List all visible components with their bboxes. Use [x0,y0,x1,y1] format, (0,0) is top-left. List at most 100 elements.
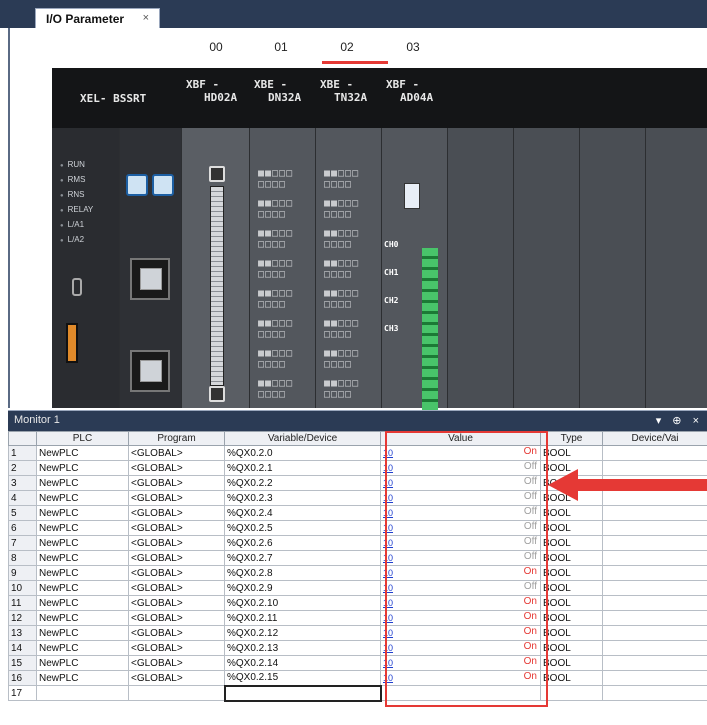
device-cell[interactable] [602,655,707,671]
type-cell[interactable]: BOOL [540,550,603,566]
table-row[interactable]: 15 NewPLC <GLOBAL> %QX0.2.14 10 On BOOL [8,655,707,671]
plc-cell[interactable]: NewPLC [36,610,129,626]
program-cell[interactable]: <GLOBAL> [128,625,225,641]
variable-cell[interactable]: %QX0.2.14 [224,655,381,671]
plc-cell[interactable]: NewPLC [36,520,129,536]
program-cell[interactable]: <GLOBAL> [128,505,225,521]
slot-number[interactable]: 01 [261,40,301,54]
value-cell[interactable]: 10 On [380,595,541,611]
row-number[interactable]: 7 [8,535,37,551]
empty-slot[interactable] [514,128,580,408]
value-cell[interactable]: 10 Off [380,475,541,491]
device-cell[interactable] [602,580,707,596]
device-cell[interactable] [602,445,707,461]
slot-number[interactable]: 02 [327,40,367,54]
row-number[interactable]: 1 [8,445,37,461]
program-cell[interactable]: <GLOBAL> [128,520,225,536]
variable-cell[interactable]: %QX0.2.3 [224,490,381,506]
plc-cell[interactable]: NewPLC [36,655,129,671]
table-row[interactable]: 2 NewPLC <GLOBAL> %QX0.2.1 10 Off BOOL [8,460,707,476]
table-row[interactable]: 4 NewPLC <GLOBAL> %QX0.2.3 10 Off BOOL [8,490,707,506]
variable-cell[interactable]: %QX0.2.9 [224,580,381,596]
empty-cell[interactable] [602,685,707,701]
program-cell[interactable]: <GLOBAL> [128,580,225,596]
program-cell[interactable]: <GLOBAL> [128,610,225,626]
type-cell[interactable]: BOOL [540,505,603,521]
variable-cell[interactable]: %QX0.2.5 [224,520,381,536]
type-cell[interactable]: BOOL [540,580,603,596]
slot-00-module[interactable] [182,128,250,408]
plc-cell[interactable]: NewPLC [36,580,129,596]
program-cell[interactable]: <GLOBAL> [128,595,225,611]
program-cell[interactable]: <GLOBAL> [128,445,225,461]
row-number[interactable]: 5 [8,505,37,521]
device-cell[interactable] [602,490,707,506]
table-row[interactable]: 16 NewPLC <GLOBAL> %QX0.2.15 10 On BOOL [8,670,707,686]
device-cell[interactable] [602,670,707,686]
type-cell[interactable]: BOOL [540,595,603,611]
device-cell[interactable] [602,595,707,611]
program-cell[interactable]: <GLOBAL> [128,640,225,656]
variable-cell[interactable]: %QX0.2.7 [224,550,381,566]
type-cell[interactable]: BOOL [540,520,603,536]
row-number[interactable]: 3 [8,475,37,491]
close-icon[interactable]: × [143,12,149,24]
slot-number[interactable]: 03 [393,40,433,54]
device-cell[interactable] [602,460,707,476]
program-cell[interactable]: <GLOBAL> [128,655,225,671]
variable-cell[interactable]: %QX0.2.12 [224,625,381,641]
row-number[interactable]: 14 [8,640,37,656]
program-cell[interactable]: <GLOBAL> [128,565,225,581]
plc-cell[interactable]: NewPLC [36,625,129,641]
value-cell[interactable]: 10 Off [380,535,541,551]
value-cell[interactable]: 10 On [380,655,541,671]
device-cell[interactable] [602,625,707,641]
table-row[interactable]: 1 NewPLC <GLOBAL> %QX0.2.0 10 On BOOL [8,445,707,461]
column-header-plc[interactable]: PLC [36,431,129,446]
table-row[interactable]: 9 NewPLC <GLOBAL> %QX0.2.8 10 On BOOL [8,565,707,581]
value-cell[interactable]: 10 On [380,610,541,626]
value-cell[interactable]: 10 Off [380,490,541,506]
row-number[interactable]: 9 [8,565,37,581]
value-cell[interactable]: 10 Off [380,580,541,596]
row-number[interactable]: 13 [8,625,37,641]
type-cell[interactable]: BOOL [540,535,603,551]
selected-cell[interactable] [223,684,382,702]
table-row[interactable]: 11 NewPLC <GLOBAL> %QX0.2.10 10 On BOOL [8,595,707,611]
device-cell[interactable] [602,640,707,656]
value-cell[interactable]: 10 Off [380,550,541,566]
empty-slot[interactable] [580,128,646,408]
row-number[interactable]: 10 [8,580,37,596]
empty-cell[interactable] [380,685,541,701]
table-row[interactable]: 12 NewPLC <GLOBAL> %QX0.2.11 10 On BOOL [8,610,707,626]
table-row[interactable]: 8 NewPLC <GLOBAL> %QX0.2.7 10 Off BOOL [8,550,707,566]
table-row[interactable]: 14 NewPLC <GLOBAL> %QX0.2.13 10 On BOOL [8,640,707,656]
variable-cell[interactable]: %QX0.2.4 [224,505,381,521]
type-cell[interactable]: BOOL [540,445,603,461]
variable-cell[interactable]: %QX0.2.13 [224,640,381,656]
row-number[interactable]: 2 [8,460,37,476]
table-row[interactable]: 13 NewPLC <GLOBAL> %QX0.2.12 10 On BOOL [8,625,707,641]
slot-number[interactable]: 00 [196,40,236,54]
plc-cell[interactable]: NewPLC [36,550,129,566]
plc-cell[interactable]: NewPLC [36,535,129,551]
table-row[interactable]: 6 NewPLC <GLOBAL> %QX0.2.5 10 Off BOOL [8,520,707,536]
empty-cell[interactable] [36,685,129,701]
variable-cell[interactable]: %QX0.2.11 [224,610,381,626]
table-row[interactable]: 5 NewPLC <GLOBAL> %QX0.2.4 10 Off BOOL [8,505,707,521]
row-number[interactable]: 16 [8,670,37,686]
empty-cell[interactable] [128,685,225,701]
variable-cell[interactable]: %QX0.2.6 [224,535,381,551]
slot-02-module[interactable]: ■■□□□ □□□□ ■■□□□ □□□□ ■■□□□ □□□□ ■■□□□ □… [316,128,382,408]
cpu-module[interactable] [120,128,182,408]
value-cell[interactable]: 10 Off [380,505,541,521]
program-cell[interactable]: <GLOBAL> [128,535,225,551]
panel-controls-icon[interactable]: ▾ ⊕ × [656,414,703,427]
slot-03-module[interactable]: CH0 CH1 CH2 CH3 [382,128,448,413]
value-cell[interactable]: 10 Off [380,460,541,476]
variable-cell[interactable]: %QX0.2.2 [224,475,381,491]
row-number[interactable]: 12 [8,610,37,626]
row-number[interactable]: 6 [8,520,37,536]
plc-cell[interactable]: NewPLC [36,490,129,506]
table-row-empty[interactable]: 17 [8,684,707,702]
